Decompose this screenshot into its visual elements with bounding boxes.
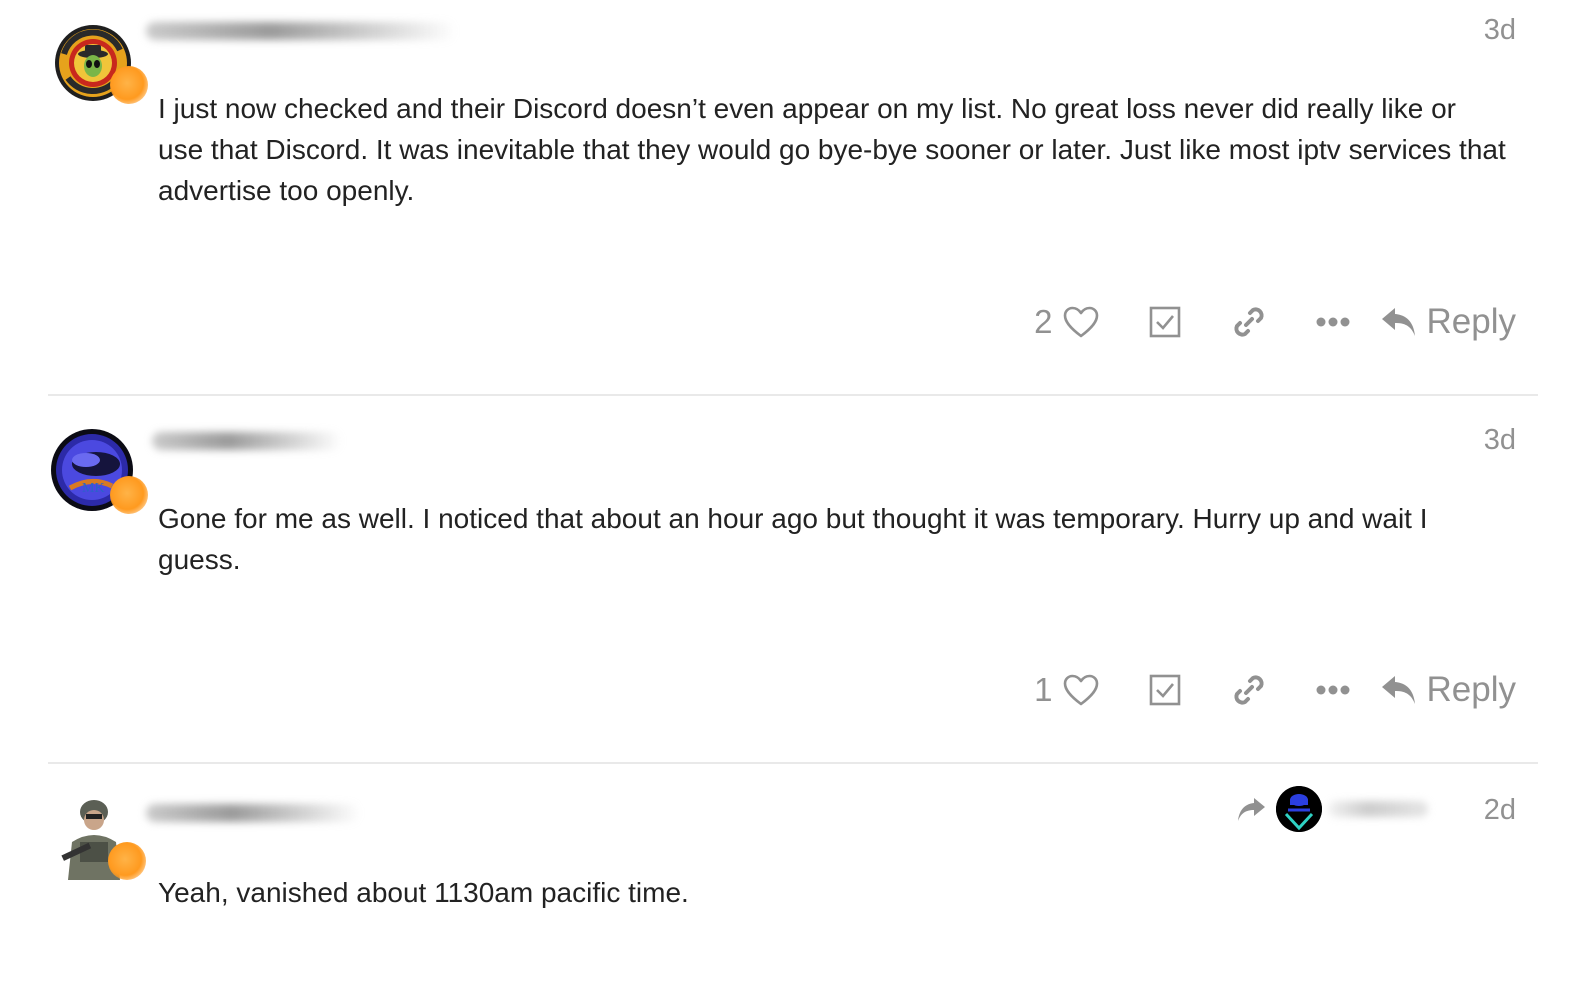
post: 3d I just now checked and their Discord … [48, 0, 1538, 396]
show-more-button[interactable] [1311, 300, 1355, 344]
post-text: I just now checked and their Discord doe… [158, 93, 1506, 206]
post-actions: 1 Reply [1027, 668, 1516, 712]
copy-link-button[interactable] [1227, 668, 1271, 712]
reply-to-username [1328, 801, 1428, 817]
avatar[interactable] [54, 794, 146, 882]
ellipsis-icon [1316, 317, 1350, 327]
post-date[interactable]: 3d [1484, 14, 1516, 47]
heart-outline-icon [1063, 306, 1098, 338]
post-body: Gone for me as well. I noticed that abou… [158, 498, 1508, 580]
post-text: Gone for me as well. I noticed that abou… [158, 503, 1428, 575]
reply-to-avatar-image [1276, 786, 1322, 832]
post-date[interactable]: 3d [1484, 424, 1516, 457]
heart-outline-icon [1063, 674, 1098, 706]
like-button[interactable] [1059, 668, 1103, 712]
post-actions: 2 Reply [1027, 300, 1516, 344]
link-icon [1233, 307, 1264, 337]
checkbox-check-icon [1149, 306, 1180, 338]
user-status-icon [110, 476, 148, 514]
topic-post-stream: 3d I just now checked and their Discord … [0, 0, 1594, 994]
like-count[interactable]: 1 [1027, 671, 1052, 709]
post: MK 3d Gone for me as well. I noticed tha… [48, 396, 1538, 764]
like-button[interactable] [1059, 300, 1103, 344]
svg-text:MK: MK [82, 481, 105, 496]
ellipsis-icon [1316, 685, 1350, 695]
share-arrow-icon [1238, 798, 1265, 821]
copy-link-button[interactable] [1227, 300, 1271, 344]
user-status-icon [108, 842, 146, 880]
show-more-button[interactable] [1311, 668, 1355, 712]
reply-arrow-icon [1381, 676, 1415, 704]
avatar[interactable]: MK [50, 428, 148, 514]
reply-arrow-icon [1381, 308, 1415, 336]
reply-label: Reply [1426, 302, 1516, 341]
post-text: Yeah, vanished about 1130am pacific time… [158, 877, 689, 908]
solution-button[interactable] [1143, 668, 1187, 712]
reply-button[interactable]: Reply [1381, 302, 1516, 342]
post-body: I just now checked and their Discord doe… [158, 88, 1508, 211]
reply-to-avatar [1276, 786, 1322, 832]
post-body: Yeah, vanished about 1130am pacific time… [158, 872, 1508, 913]
like-count[interactable]: 2 [1027, 303, 1052, 341]
user-status-icon [110, 66, 148, 104]
reply-button[interactable]: Reply [1381, 670, 1516, 710]
reply-to-tab[interactable] [1236, 786, 1428, 832]
username[interactable] [146, 22, 456, 40]
post: 2d Yeah, vanished about 1130am pacific t… [48, 764, 1538, 994]
post-date[interactable]: 2d [1484, 794, 1516, 827]
reply-label: Reply [1426, 670, 1516, 709]
checkbox-check-icon [1149, 674, 1180, 706]
solution-button[interactable] [1143, 300, 1187, 344]
avatar[interactable] [54, 24, 148, 104]
username[interactable] [146, 804, 360, 822]
link-icon [1233, 675, 1264, 705]
username[interactable] [152, 432, 342, 450]
